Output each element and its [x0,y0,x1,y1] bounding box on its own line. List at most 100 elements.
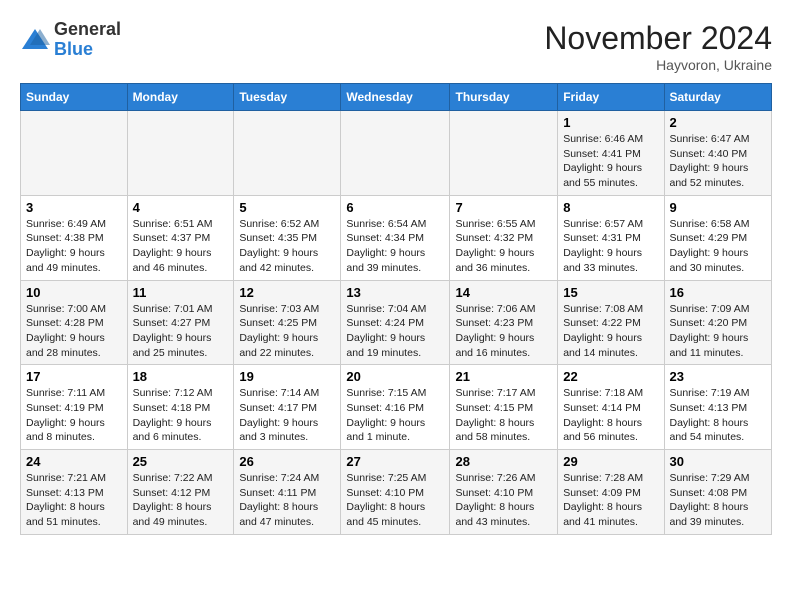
day-info: Sunrise: 7:29 AMSunset: 4:08 PMDaylight:… [670,471,767,530]
day-info: Sunrise: 7:06 AMSunset: 4:23 PMDaylight:… [455,302,552,361]
day-number: 2 [670,115,767,130]
week-row-2: 3Sunrise: 6:49 AMSunset: 4:38 PMDaylight… [21,195,772,280]
day-info: Sunrise: 7:11 AMSunset: 4:19 PMDaylight:… [26,386,122,445]
calendar-cell [341,111,450,196]
day-number: 9 [670,200,767,215]
day-number: 11 [133,285,229,300]
calendar-cell: 13 Sunrise: 7:04 AMSunset: 4:24 PMDayligh… [341,280,450,365]
day-number: 24 [26,454,122,469]
day-info: Sunrise: 7:04 AMSunset: 4:24 PMDaylight:… [346,302,444,361]
calendar-cell: 14 Sunrise: 7:06 AMSunset: 4:23 PMDayligh… [450,280,558,365]
day-info: Sunrise: 6:51 AMSunset: 4:37 PMDaylight:… [133,217,229,276]
day-number: 26 [239,454,335,469]
day-number: 21 [455,369,552,384]
logo: General Blue [20,20,121,60]
day-info: Sunrise: 6:57 AMSunset: 4:31 PMDaylight:… [563,217,658,276]
day-number: 30 [670,454,767,469]
calendar-table: SundayMondayTuesdayWednesdayThursdayFrid… [20,83,772,535]
week-row-4: 17 Sunrise: 7:11 AMSunset: 4:19 PMDayligh… [21,365,772,450]
title-section: November 2024 Hayvoron, Ukraine [544,20,772,73]
day-info: Sunrise: 6:49 AMSunset: 4:38 PMDaylight:… [26,217,122,276]
logo-icon [20,25,50,55]
header-day-monday: Monday [127,84,234,111]
calendar-header-row: SundayMondayTuesdayWednesdayThursdayFrid… [21,84,772,111]
day-info: Sunrise: 7:25 AMSunset: 4:10 PMDaylight:… [346,471,444,530]
day-number: 13 [346,285,444,300]
day-number: 6 [346,200,444,215]
week-row-3: 10Sunrise: 7:00 AMSunset: 4:28 PMDayligh… [21,280,772,365]
calendar-cell: 5 Sunrise: 6:52 AMSunset: 4:35 PMDaylight… [234,195,341,280]
day-number: 19 [239,369,335,384]
calendar-cell [450,111,558,196]
day-info: Sunrise: 7:28 AMSunset: 4:09 PMDaylight:… [563,471,658,530]
location: Hayvoron, Ukraine [544,57,772,73]
day-number: 27 [346,454,444,469]
day-number: 25 [133,454,229,469]
calendar-cell: 28 Sunrise: 7:26 AMSunset: 4:10 PMDayligh… [450,450,558,535]
day-info: Sunrise: 6:54 AMSunset: 4:34 PMDaylight:… [346,217,444,276]
header-day-wednesday: Wednesday [341,84,450,111]
logo-text: General Blue [54,20,121,60]
calendar-cell: 4Sunrise: 6:51 AMSunset: 4:37 PMDaylight… [127,195,234,280]
calendar-cell: 12 Sunrise: 7:03 AMSunset: 4:25 PMDayligh… [234,280,341,365]
day-number: 23 [670,369,767,384]
day-info: Sunrise: 7:03 AMSunset: 4:25 PMDaylight:… [239,302,335,361]
week-row-1: 1 Sunrise: 6:46 AMSunset: 4:41 PMDaylight… [21,111,772,196]
calendar-cell: 26Sunrise: 7:24 AMSunset: 4:11 PMDayligh… [234,450,341,535]
header-day-sunday: Sunday [21,84,128,111]
calendar-cell: 7Sunrise: 6:55 AMSunset: 4:32 PMDaylight… [450,195,558,280]
day-info: Sunrise: 7:21 AMSunset: 4:13 PMDaylight:… [26,471,122,530]
calendar-cell: 20Sunrise: 7:15 AMSunset: 4:16 PMDayligh… [341,365,450,450]
calendar-cell [127,111,234,196]
header-day-saturday: Saturday [664,84,772,111]
day-number: 22 [563,369,658,384]
day-number: 5 [239,200,335,215]
day-info: Sunrise: 7:09 AMSunset: 4:20 PMDaylight:… [670,302,767,361]
day-number: 1 [563,115,658,130]
day-info: Sunrise: 6:58 AMSunset: 4:29 PMDaylight:… [670,217,767,276]
header-day-tuesday: Tuesday [234,84,341,111]
calendar-cell: 24 Sunrise: 7:21 AMSunset: 4:13 PMDayligh… [21,450,128,535]
day-number: 14 [455,285,552,300]
day-info: Sunrise: 7:17 AMSunset: 4:15 PMDaylight:… [455,386,552,445]
day-number: 29 [563,454,658,469]
header-day-thursday: Thursday [450,84,558,111]
day-number: 12 [239,285,335,300]
calendar-cell: 15 Sunrise: 7:08 AMSunset: 4:22 PMDayligh… [558,280,664,365]
day-info: Sunrise: 7:08 AMSunset: 4:22 PMDaylight:… [563,302,658,361]
month-title: November 2024 [544,20,772,57]
day-info: Sunrise: 7:18 AMSunset: 4:14 PMDaylight:… [563,386,658,445]
calendar-cell: 25 Sunrise: 7:22 AMSunset: 4:12 PMDayligh… [127,450,234,535]
day-info: Sunrise: 7:26 AMSunset: 4:10 PMDaylight:… [455,471,552,530]
day-info: Sunrise: 6:47 AMSunset: 4:40 PMDaylight:… [670,132,767,191]
day-info: Sunrise: 6:52 AMSunset: 4:35 PMDaylight:… [239,217,335,276]
calendar-cell: 17 Sunrise: 7:11 AMSunset: 4:19 PMDayligh… [21,365,128,450]
day-number: 28 [455,454,552,469]
day-info: Sunrise: 7:15 AMSunset: 4:16 PMDaylight:… [346,386,444,445]
day-info: Sunrise: 6:46 AMSunset: 4:41 PMDaylight:… [563,132,658,191]
header: General Blue November 2024 Hayvoron, Ukr… [20,20,772,73]
calendar-cell: 29 Sunrise: 7:28 AMSunset: 4:09 PMDayligh… [558,450,664,535]
day-info: Sunrise: 7:22 AMSunset: 4:12 PMDaylight:… [133,471,229,530]
day-number: 10 [26,285,122,300]
calendar-cell: 18 Sunrise: 7:12 AMSunset: 4:18 PMDayligh… [127,365,234,450]
calendar-cell: 23Sunrise: 7:19 AMSunset: 4:13 PMDayligh… [664,365,772,450]
week-row-5: 24 Sunrise: 7:21 AMSunset: 4:13 PMDayligh… [21,450,772,535]
calendar-cell: 11Sunrise: 7:01 AMSunset: 4:27 PMDayligh… [127,280,234,365]
calendar-cell [21,111,128,196]
day-number: 18 [133,369,229,384]
header-day-friday: Friday [558,84,664,111]
logo-blue: Blue [54,39,93,59]
day-info: Sunrise: 7:12 AMSunset: 4:18 PMDaylight:… [133,386,229,445]
calendar-cell: 30 Sunrise: 7:29 AMSunset: 4:08 PMDayligh… [664,450,772,535]
calendar-cell [234,111,341,196]
calendar-cell: 2 Sunrise: 6:47 AMSunset: 4:40 PMDaylight… [664,111,772,196]
calendar-cell: 8Sunrise: 6:57 AMSunset: 4:31 PMDaylight… [558,195,664,280]
day-number: 17 [26,369,122,384]
calendar-cell: 10Sunrise: 7:00 AMSunset: 4:28 PMDayligh… [21,280,128,365]
calendar-cell: 1 Sunrise: 6:46 AMSunset: 4:41 PMDaylight… [558,111,664,196]
day-number: 16 [670,285,767,300]
calendar-body: 1 Sunrise: 6:46 AMSunset: 4:41 PMDaylight… [21,111,772,535]
day-number: 15 [563,285,658,300]
day-info: Sunrise: 6:55 AMSunset: 4:32 PMDaylight:… [455,217,552,276]
